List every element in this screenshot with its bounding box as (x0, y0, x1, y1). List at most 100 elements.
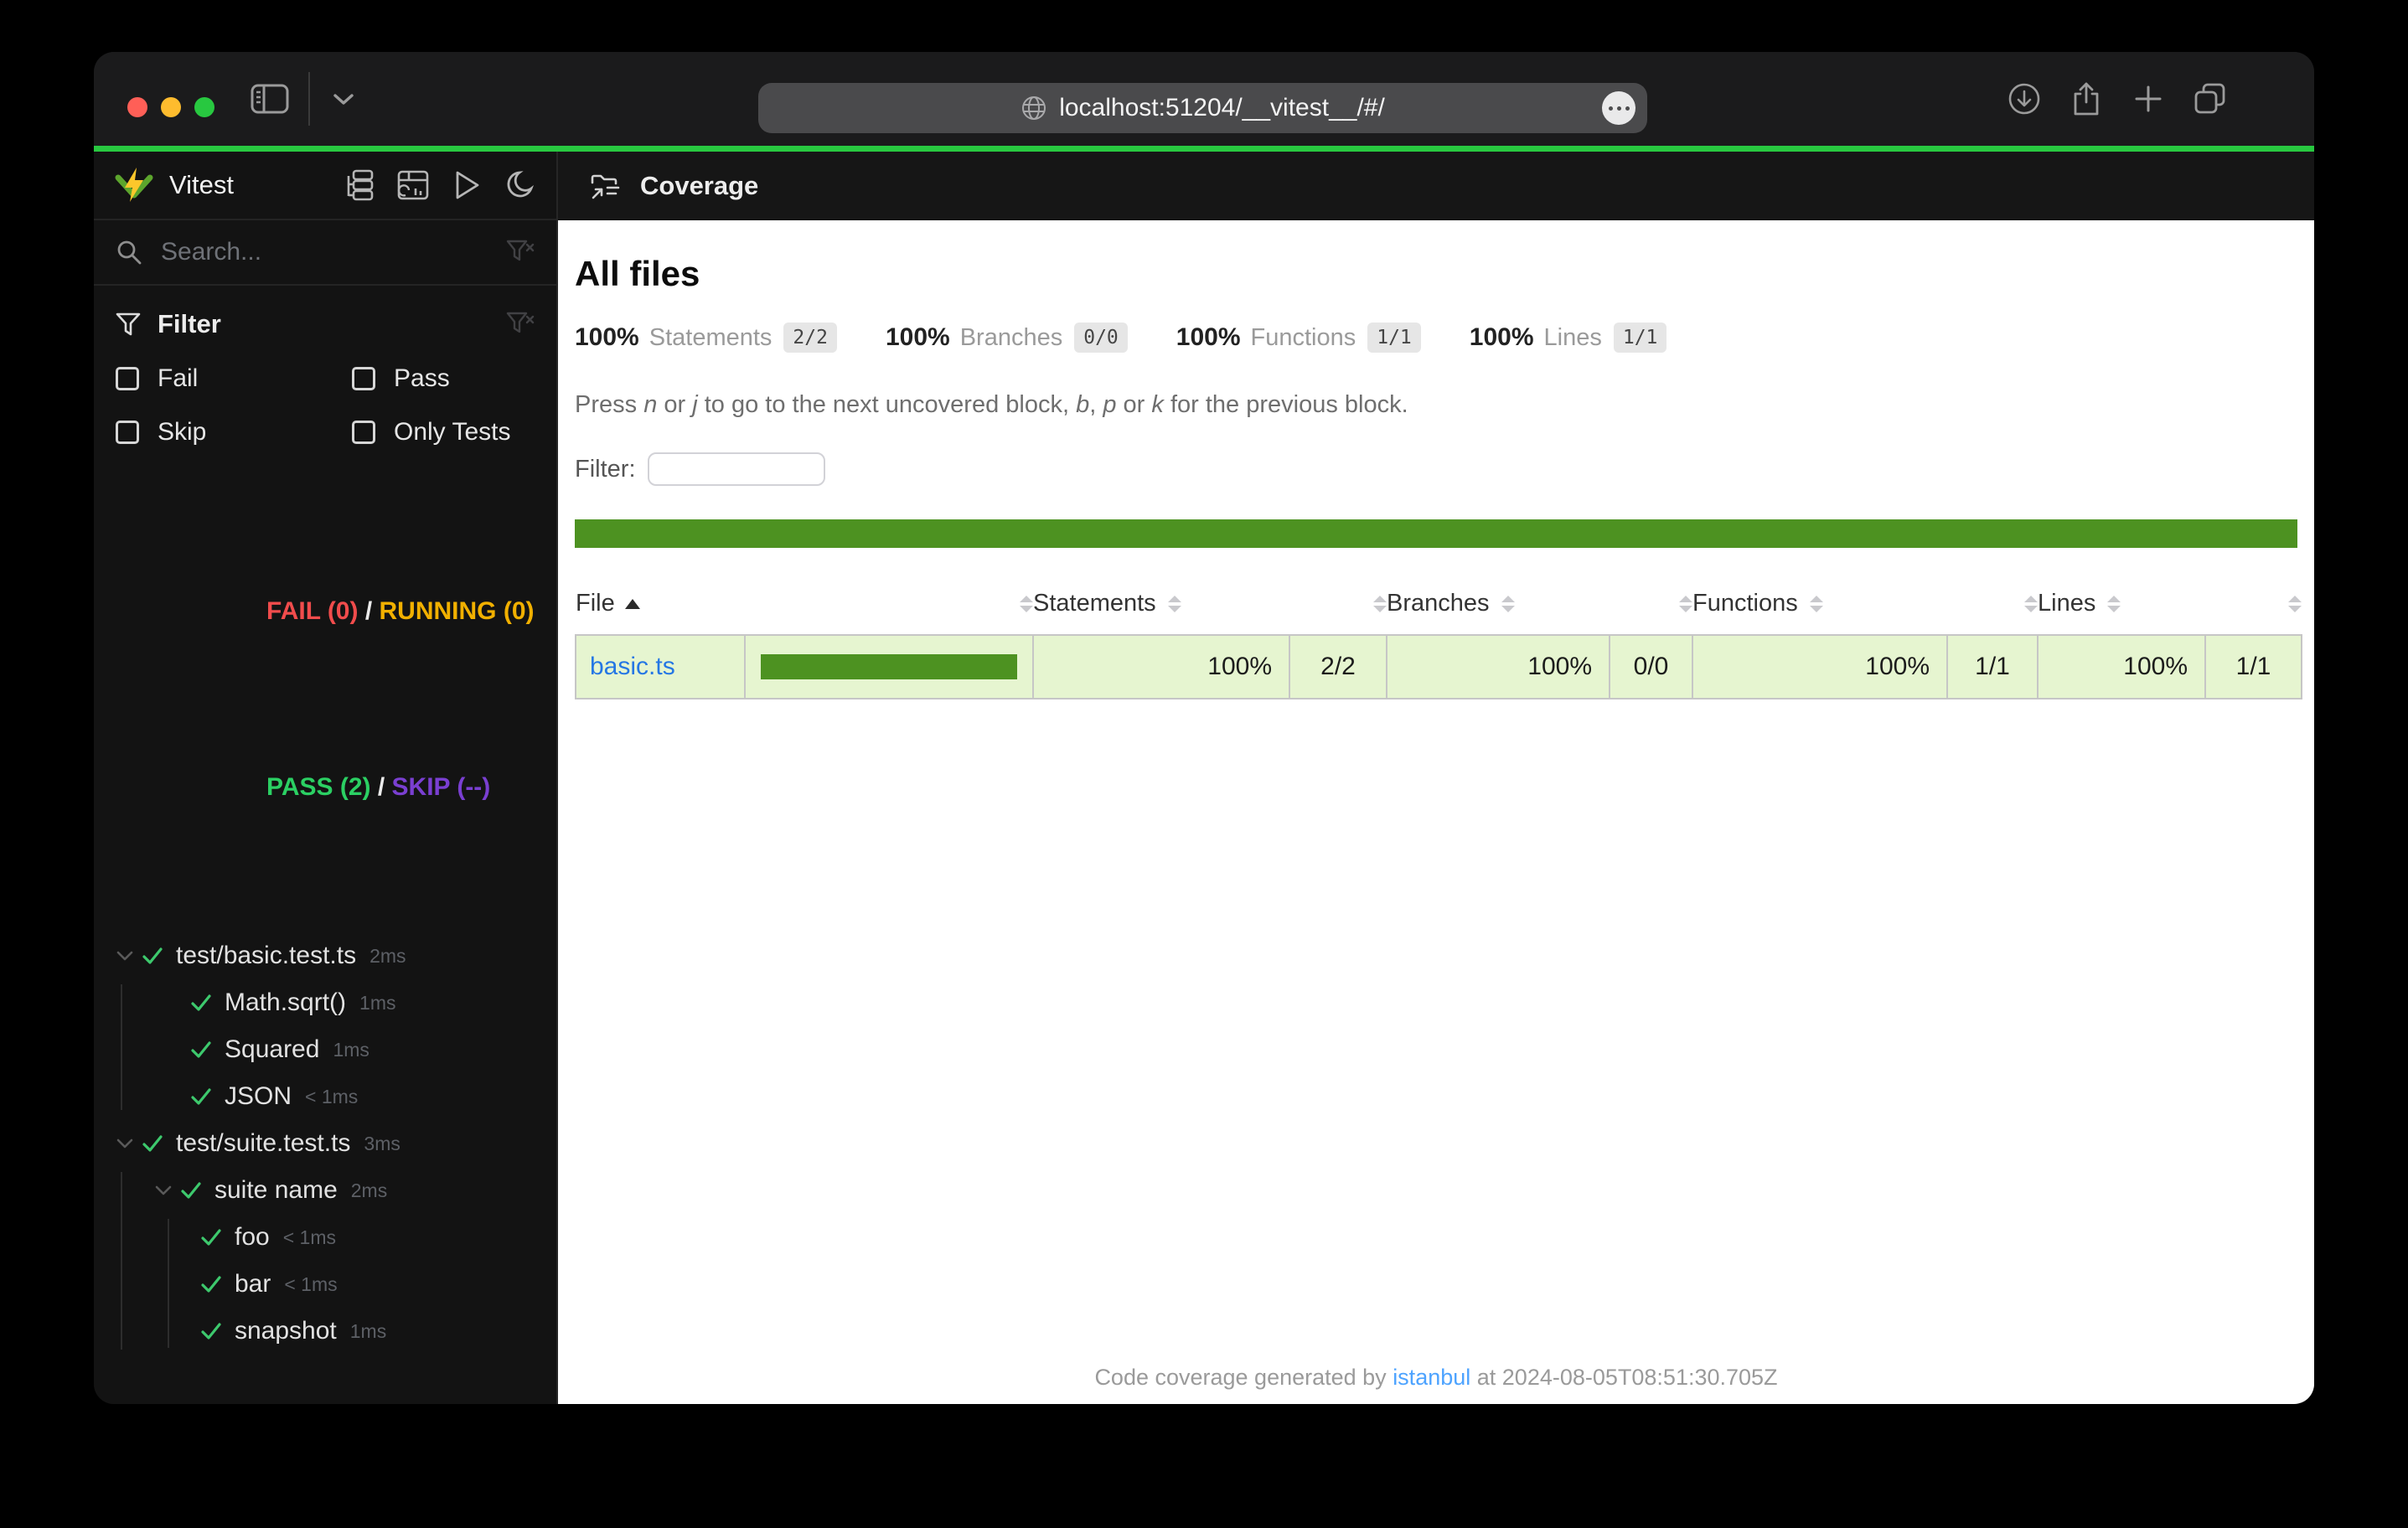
dashboard-view-icon[interactable] (397, 169, 429, 201)
close-window-button[interactable] (127, 97, 147, 117)
filter-checkbox-only-tests[interactable]: Only Tests (352, 418, 535, 447)
sorter-icon (1167, 596, 1181, 613)
downloads-icon[interactable] (2004, 79, 2044, 119)
coverage-report-icon (588, 171, 622, 201)
checkbox[interactable] (352, 367, 375, 390)
column-header-lines-raw[interactable] (2205, 571, 2302, 635)
functions-stat: 100% Functions 1/1 (1176, 323, 1421, 353)
column-header-functions[interactable]: Functions (1692, 571, 1947, 635)
checkbox[interactable] (352, 421, 375, 444)
run-all-tests-icon[interactable] (451, 169, 483, 201)
istanbul-link[interactable]: istanbul (1393, 1365, 1470, 1390)
sorter-icon (1501, 596, 1515, 613)
branches-stat: 100% Branches 0/0 (886, 323, 1128, 353)
chevron-down-icon[interactable] (111, 950, 139, 962)
filter-checkbox-skip[interactable]: Skip (116, 418, 352, 447)
tree-item-file[interactable]: test/basic.test.ts 2ms (94, 932, 556, 979)
fraction-badge: 2/2 (783, 323, 837, 353)
desktop-background: localhost:51204/__vitest__/#/ Vitest Sea… (0, 0, 2408, 1528)
globe-icon (1021, 95, 1047, 121)
zoom-window-button[interactable] (194, 97, 214, 117)
file-cell: basic.ts (575, 634, 746, 699)
lines-pct-cell: 100% (2037, 634, 2206, 699)
browser-toolbar: localhost:51204/__vitest__/#/ (94, 52, 2314, 146)
statements-stat: 100% Statements 2/2 (575, 323, 837, 353)
toolbar-divider (308, 72, 310, 126)
column-header-statements[interactable]: Statements (1033, 571, 1289, 635)
dark-mode-moon-icon[interactable] (504, 169, 536, 201)
file-filter: Filter: (575, 452, 2297, 486)
tree-indent-guide (168, 1219, 169, 1348)
functions-pct-cell: 100% (1692, 634, 1948, 699)
traffic-lights (127, 97, 214, 117)
column-header-statements-raw[interactable] (1289, 571, 1387, 635)
sorter-icon (1679, 596, 1692, 613)
sorter-icon (2024, 596, 2038, 613)
clear-filters-icon[interactable] (506, 312, 535, 337)
sorter-icon (2107, 596, 2121, 613)
main-panel: Coverage All files 100% Statements 2/2 1… (558, 152, 2314, 1404)
tree-item-file[interactable]: test/suite.test.ts 3ms (94, 1120, 556, 1167)
filter-checkbox-fail[interactable]: Fail (116, 364, 352, 393)
tree-item-test[interactable]: bar < 1ms (94, 1261, 556, 1308)
tab-overview-icon[interactable] (2190, 79, 2230, 119)
new-tab-icon[interactable] (2128, 79, 2168, 119)
table-header-row: File Statements Branches Functions Lines (576, 571, 2302, 635)
url-text: localhost:51204/__vitest__/#/ (1059, 94, 1385, 121)
vitest-logo-icon (114, 165, 154, 205)
tree-item-test[interactable]: foo < 1ms (94, 1214, 556, 1261)
functions-raw-cell: 1/1 (1946, 634, 2039, 699)
statements-raw-cell: 2/2 (1289, 634, 1387, 699)
lines-stat: 100% Lines 1/1 (1470, 323, 1667, 353)
chevron-down-icon[interactable] (149, 1185, 178, 1196)
chevron-down-icon[interactable] (111, 1138, 139, 1149)
coverage-bar-fill (761, 654, 1017, 679)
fail-count: FAIL (0) (266, 597, 359, 625)
column-header-functions-raw[interactable] (1947, 571, 2038, 635)
tree-item-test[interactable]: Squared 1ms (94, 1026, 556, 1073)
test-run-summary: FAIL (0) / RUNNING (0) PASS (2) / SKIP (… (266, 597, 535, 801)
tree-item-test[interactable]: snapshot 1ms (94, 1308, 556, 1355)
tree-item-suite[interactable]: suite name 2ms (94, 1167, 556, 1214)
funnel-icon (116, 312, 141, 337)
coverage-table: File Statements Branches Functions Lines (575, 571, 2302, 699)
test-progress-bar (94, 146, 2314, 152)
column-header-branches-raw[interactable] (1610, 571, 1692, 635)
checkbox[interactable] (116, 367, 139, 390)
filter-checkbox-pass[interactable]: Pass (352, 364, 535, 393)
tree-indent-guide (121, 1172, 122, 1350)
file-link[interactable]: basic.ts (590, 653, 675, 680)
test-tree: test/basic.test.ts 2ms Math.sqrt() 1ms S… (94, 932, 556, 1404)
column-header-lines[interactable]: Lines (2038, 571, 2205, 635)
table-row: basic.ts 100% 2/2 100% 0/0 100% 1/1 100%… (575, 634, 2302, 699)
search-input[interactable] (161, 238, 488, 266)
coverage-summary: 100% Statements 2/2 100% Branches 0/0 10… (575, 323, 2297, 353)
file-filter-input[interactable] (647, 452, 825, 486)
column-header-bar[interactable] (745, 571, 1033, 635)
minimize-window-button[interactable] (161, 97, 181, 117)
column-header-file[interactable]: File (576, 571, 745, 635)
statements-pct-cell: 100% (1032, 634, 1290, 699)
sorter-icon (1809, 596, 1823, 613)
fraction-badge: 1/1 (1613, 323, 1667, 353)
running-count: RUNNING (0) (379, 597, 535, 625)
column-header-branches[interactable]: Branches (1387, 571, 1610, 635)
search-bar (94, 220, 556, 286)
tree-item-test[interactable]: JSON < 1ms (94, 1073, 556, 1120)
pass-check-icon (139, 1134, 166, 1153)
tree-item-test[interactable]: Math.sqrt() 1ms (94, 979, 556, 1026)
address-bar[interactable]: localhost:51204/__vitest__/#/ (758, 83, 1647, 133)
page-settings-button[interactable] (1602, 91, 1635, 125)
filter-panel-title: Filter (158, 309, 221, 338)
pass-check-icon (178, 1181, 204, 1200)
clear-search-filter-icon[interactable] (506, 240, 535, 265)
sidebar-toggle-icon[interactable] (250, 79, 290, 119)
checkbox[interactable] (116, 421, 139, 444)
pass-count: PASS (2) (266, 773, 371, 801)
share-icon[interactable] (2066, 79, 2106, 119)
sidebar-chevron-down-icon[interactable] (323, 79, 364, 119)
lines-raw-cell: 1/1 (2204, 634, 2302, 699)
report-tree-view-icon[interactable] (344, 169, 375, 201)
sorter-icon (1373, 596, 1387, 613)
coverage-report: All files 100% Statements 2/2 100% Branc… (558, 220, 2314, 1404)
